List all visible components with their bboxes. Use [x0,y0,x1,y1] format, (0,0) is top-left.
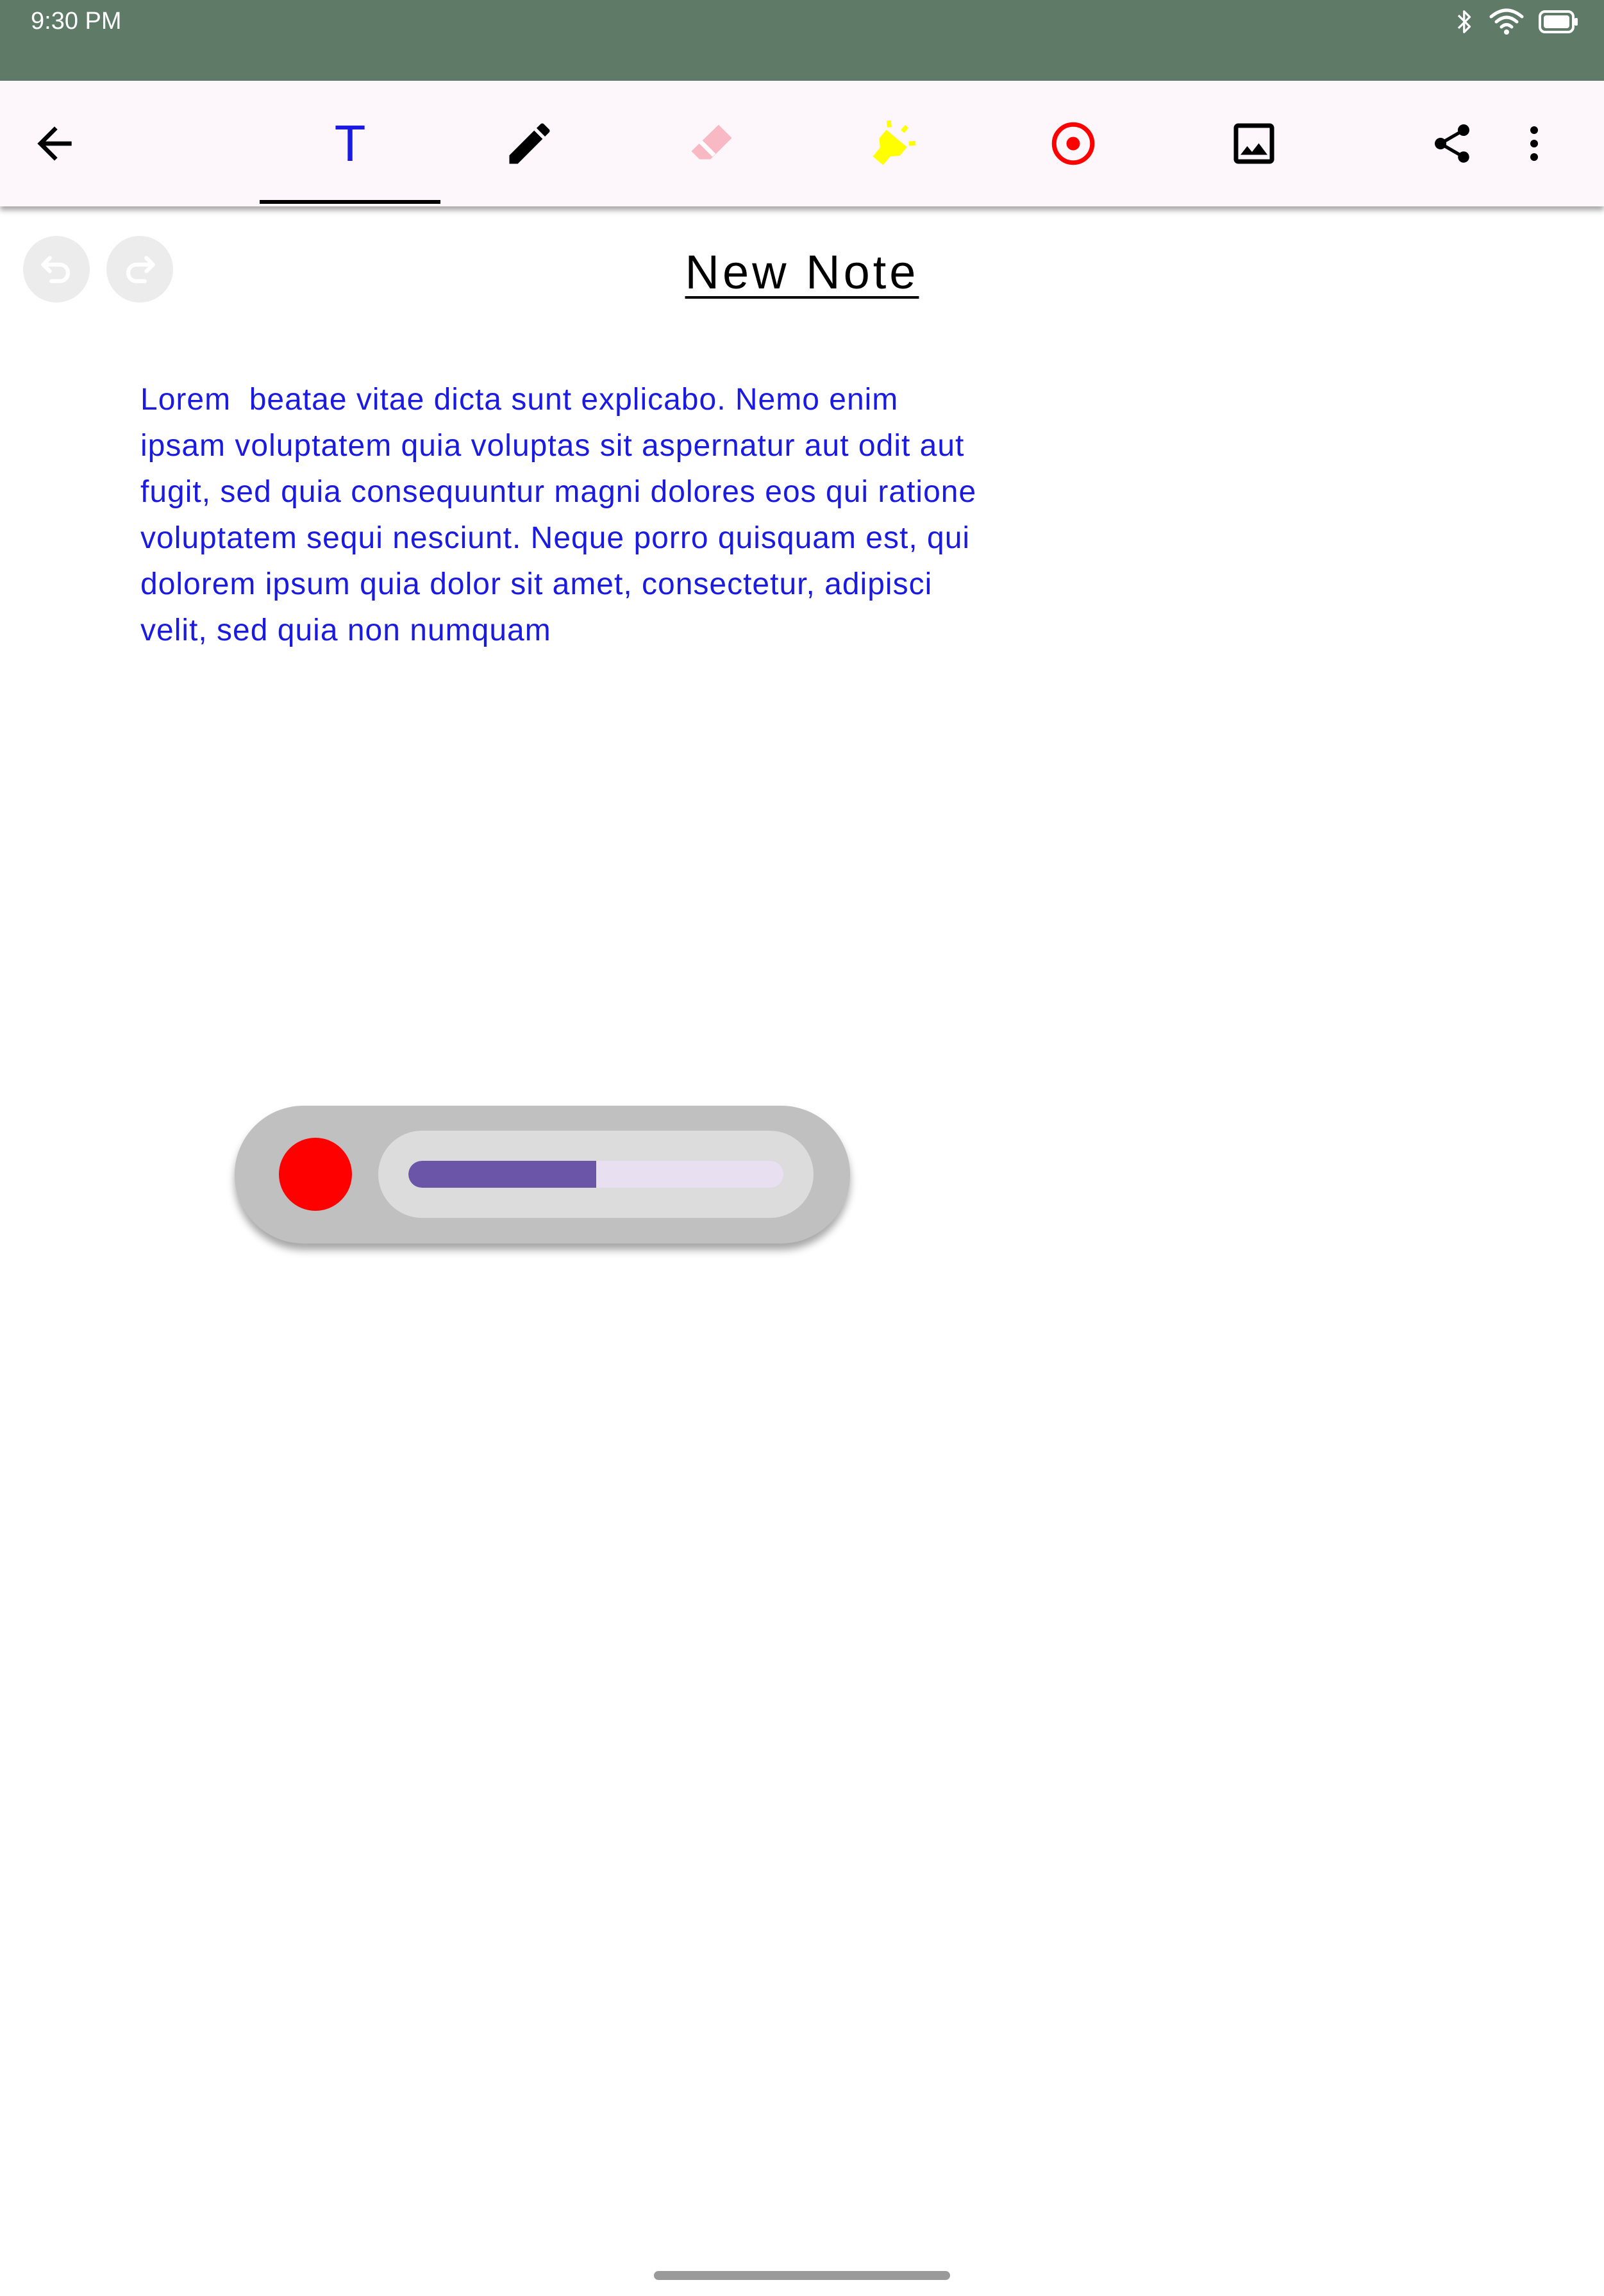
tab-record-tool[interactable] [1022,81,1124,206]
recording-progress-container [378,1131,814,1218]
record-icon [1046,117,1100,171]
status-bar: 9:30 PM [0,0,1604,81]
tab-highlighter-tool[interactable] [841,81,944,206]
status-time: 9:30 PM [31,8,122,35]
highlighter-icon [865,117,919,171]
wifi-icon [1489,8,1525,36]
arrow-left-icon [29,118,80,169]
status-icons [1455,5,1578,38]
record-button[interactable] [279,1138,352,1211]
share-button[interactable] [1417,81,1487,206]
text-tool-icon: T [334,115,366,172]
pen-icon [503,117,556,171]
bluetooth-icon [1455,7,1475,37]
toolbar: T [0,81,1604,206]
note-body-text[interactable]: Lorem beatae vitae dicta sunt explicabo.… [140,377,1025,654]
more-vert-icon [1511,121,1557,167]
image-icon [1227,117,1281,171]
battery-icon [1539,10,1578,34]
tab-eraser-tool[interactable] [660,81,763,206]
back-button[interactable] [19,81,90,206]
tab-image-tool[interactable] [1203,81,1305,206]
recording-progress-fill [408,1161,596,1188]
recording-progress-bar[interactable] [408,1161,783,1188]
audio-recorder [235,1106,850,1244]
tab-pen-tool[interactable] [478,81,581,206]
eraser-icon [685,117,739,171]
tab-text-tool[interactable]: T [260,81,440,206]
note-title[interactable]: New Note [0,245,1604,299]
selected-tab-indicator [260,200,440,204]
more-options-button[interactable] [1507,81,1562,206]
home-indicator[interactable] [654,2271,950,2280]
share-icon [1429,121,1475,167]
